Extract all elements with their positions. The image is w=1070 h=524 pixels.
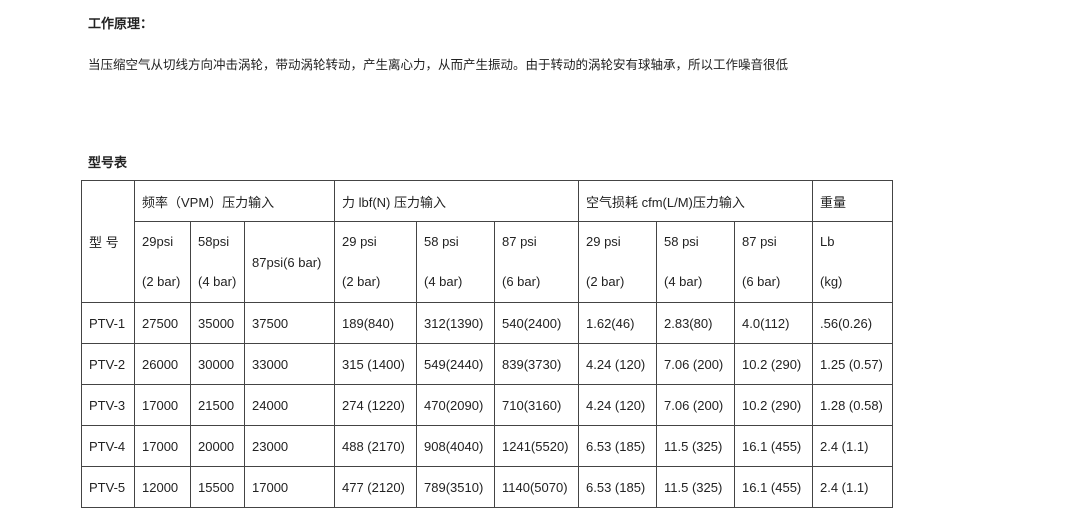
- model-table-heading: 型号表: [88, 156, 128, 171]
- table-cell: 27500: [134, 302, 191, 344]
- table-cell: 1241(5520): [494, 425, 579, 467]
- weight-group-header: 重量: [812, 180, 893, 222]
- table-subheader-row: 29psi (2 bar) 58psi (4 bar) 87psi(6 bar) 2…: [82, 221, 893, 303]
- table-cell: 7.06 (200): [656, 343, 735, 385]
- table-cell: 35000: [190, 302, 245, 344]
- subheader-cell: 29psi (2 bar): [134, 221, 191, 303]
- table-cell: 20000: [190, 425, 245, 467]
- force-group-header: 力 lbf(N) 压力输入: [334, 180, 579, 222]
- subheader-cell: 29 psi (2 bar): [334, 221, 417, 303]
- model-column-header: 型 号: [81, 180, 135, 303]
- air-consumption-group-header: 空气损耗 cfm(L/M)压力输入: [578, 180, 813, 222]
- model-spec-table: 型 号 频率（VPM）压力输入 力 lbf(N) 压力输入 空气损耗 cfm(L…: [81, 180, 893, 508]
- table-cell: 10.2 (290): [734, 343, 813, 385]
- table-cell: 274 (1220): [334, 384, 417, 426]
- subheader-cell: 87 psi (6 bar): [494, 221, 579, 303]
- table-cell: 1.62(46): [578, 302, 657, 344]
- table-cell: 10.2 (290): [734, 384, 813, 426]
- table-cell: 23000: [244, 425, 335, 467]
- table-cell: 189(840): [334, 302, 417, 344]
- table-cell: 21500: [190, 384, 245, 426]
- table-cell: 26000: [134, 343, 191, 385]
- table-cell: 549(2440): [416, 343, 495, 385]
- subheader-cell: 58 psi (4 bar): [656, 221, 735, 303]
- frequency-group-header: 频率（VPM）压力输入: [134, 180, 335, 222]
- table-cell: 908(4040): [416, 425, 495, 467]
- principle-heading: 工作原理：: [88, 17, 154, 32]
- table-cell: 4.0(112): [734, 302, 813, 344]
- table-cell: 4.24 (120): [578, 384, 657, 426]
- table-cell: 6.53 (185): [578, 466, 657, 508]
- table-cell: 789(3510): [416, 466, 495, 508]
- model-name-cell: PTV-3: [81, 384, 135, 426]
- table-cell: 312(1390): [416, 302, 495, 344]
- table-cell: 6.53 (185): [578, 425, 657, 467]
- table-cell: 17000: [244, 466, 335, 508]
- table-cell: 16.1 (455): [734, 466, 813, 508]
- table-cell: 315 (1400): [334, 343, 417, 385]
- model-name-cell: PTV-1: [81, 302, 135, 344]
- model-name-cell: PTV-5: [81, 466, 135, 508]
- table-cell: 1.28 (0.58): [812, 384, 893, 426]
- table-cell: 24000: [244, 384, 335, 426]
- table-cell: 710(3160): [494, 384, 579, 426]
- model-name-cell: PTV-2: [81, 343, 135, 385]
- table-cell: 15500: [190, 466, 245, 508]
- table-cell: 16.1 (455): [734, 425, 813, 467]
- subheader-cell: 87psi(6 bar): [244, 221, 335, 303]
- subheader-cell: 29 psi (2 bar): [578, 221, 657, 303]
- table-cell: 2.4 (1.1): [812, 466, 893, 508]
- principle-text: 当压缩空气从切线方向冲击涡轮，带动涡轮转动，产生离心力，从而产生振动。由于转动的…: [88, 57, 789, 72]
- table-cell: 37500: [244, 302, 335, 344]
- table-header-row: 型 号 频率（VPM）压力输入 力 lbf(N) 压力输入 空气损耗 cfm(L…: [81, 180, 893, 303]
- table-cell: 7.06 (200): [656, 384, 735, 426]
- table-cell: 11.5 (325): [656, 425, 735, 467]
- table-cell: 2.4 (1.1): [812, 425, 893, 467]
- subheader-cell: Lb (kg): [812, 221, 893, 303]
- table-cell: 11.5 (325): [656, 466, 735, 508]
- table-row: PTV-4 17000 20000 23000 488 (2170) 908(4040) 1…: [81, 425, 893, 467]
- table-cell: 488 (2170): [334, 425, 417, 467]
- table-row: PTV-2 26000 30000 33000 315 (1400) 549(2440) 8…: [81, 343, 893, 385]
- table-row: PTV-1 27500 35000 37500 189(840) 312(1390) 540…: [81, 302, 893, 344]
- table-cell: .56(0.26): [812, 302, 893, 344]
- table-cell: 477 (2120): [334, 466, 417, 508]
- table-cell: 12000: [134, 466, 191, 508]
- subheader-cell: 58 psi (4 bar): [416, 221, 495, 303]
- table-row: PTV-5 12000 15500 17000 477 (2120) 789(3510) 1…: [81, 466, 893, 508]
- table-row: PTV-3 17000 21500 24000 274 (1220) 470(2090) 7…: [81, 384, 893, 426]
- table-cell: 33000: [244, 343, 335, 385]
- table-cell: 2.83(80): [656, 302, 735, 344]
- table-cell: 540(2400): [494, 302, 579, 344]
- table-cell: 4.24 (120): [578, 343, 657, 385]
- table-cell: 30000: [190, 343, 245, 385]
- table-cell: 17000: [134, 425, 191, 467]
- table-cell: 1.25 (0.57): [812, 343, 893, 385]
- table-cell: 1140(5070): [494, 466, 579, 508]
- table-cell: 839(3730): [494, 343, 579, 385]
- subheader-cell: 87 psi (6 bar): [734, 221, 813, 303]
- table-cell: 470(2090): [416, 384, 495, 426]
- table-cell: 17000: [134, 384, 191, 426]
- model-name-cell: PTV-4: [81, 425, 135, 467]
- subheader-cell: 58psi (4 bar): [190, 221, 245, 303]
